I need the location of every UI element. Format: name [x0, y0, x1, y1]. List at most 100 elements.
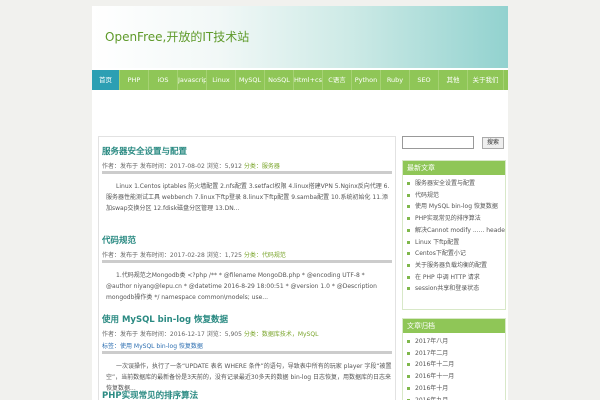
recent-post-link-label: 在 PHP 中调 HTTP 请求 — [415, 273, 480, 281]
post-author: 作者：发布于 发布时间： — [102, 252, 170, 259]
nav-item[interactable]: 其他 — [439, 70, 468, 90]
archive-link[interactable]: 2016年十月 — [407, 383, 505, 395]
widget-title: 文章归档 — [403, 319, 505, 333]
widget-title: 最新文章 — [403, 161, 505, 175]
post-author: 作者：发布于 发布时间： — [102, 163, 170, 170]
post: 使用 MySQL bin-log 恢复数据 作者：发布于 发布时间：2016-1… — [102, 313, 392, 394]
bullet-icon — [407, 287, 410, 291]
bullet-icon — [407, 363, 410, 367]
nav-item[interactable]: Javascript — [178, 70, 207, 90]
bullet-icon — [407, 340, 410, 343]
archive-link-label: 2016年十一月 — [415, 373, 455, 381]
recent-post-link[interactable]: Linux 下ftp配置 — [407, 237, 505, 249]
post-list: 服务器安全设置与配置 作者：发布于 发布时间：2017-08-02 浏览：5,9… — [98, 136, 396, 400]
search-input[interactable] — [402, 136, 474, 149]
post-category[interactable]: 分类：服务器 — [244, 163, 280, 170]
archive-link-label: 2016年十二月 — [415, 361, 455, 369]
bullet-icon — [407, 351, 410, 355]
archive-link-label: 2016年九月 — [415, 397, 448, 400]
archive-link[interactable]: 2016年九月 — [407, 395, 505, 400]
post-tags: 标签：使用 MySQL bin-log 恢复数据 — [102, 342, 392, 354]
recent-post-link-label: 代码规范 — [415, 191, 440, 199]
post-excerpt: Linux 1.Centos iptables 防火墙配置 2.nfs配置 3.… — [106, 183, 390, 212]
recent-post-link-label: Centos下配置小记 — [415, 250, 466, 258]
archive-link[interactable]: 2016年十一月 — [407, 371, 505, 383]
bullet-icon — [407, 252, 410, 256]
archives-widget: 文章归档 2017年八月 2017年二月 2016年十二月 2016年十一月 2016年… — [402, 318, 506, 400]
nav-item[interactable]: MySQL — [236, 70, 265, 90]
post-meta: 作者：发布于 发布时间：2017-02-28 浏览：1,725 分类：代码规范 — [102, 250, 392, 263]
bullet-icon — [407, 205, 410, 209]
archive-link-label: 2017年二月 — [415, 349, 449, 357]
post-meta: 作者：发布于 发布时间：2017-08-02 浏览：5,912 分类：服务器 — [102, 161, 392, 174]
archive-link[interactable]: 2017年二月 — [407, 348, 505, 360]
post-date: 2016-12-17 — [169, 331, 205, 338]
post-views: 浏览：5,912 — [206, 163, 242, 170]
nav-item[interactable]: Html+css — [294, 70, 323, 90]
post-author: 作者：发布于 发布时间： — [102, 331, 170, 338]
post-date: 2017-02-28 — [169, 252, 205, 259]
post-meta: 作者：发布于 发布时间：2016-12-17 浏览：5,905 分类：数据库技术… — [102, 329, 392, 342]
recent-post-link[interactable]: 在 PHP 中调 HTTP 请求 — [407, 272, 505, 284]
post-title[interactable]: 使用 MySQL bin-log 恢复数据 — [102, 313, 392, 325]
archive-link[interactable]: 2017年八月 — [407, 336, 505, 348]
bullet-icon — [407, 217, 410, 221]
bullet-icon — [407, 228, 410, 232]
post-date: 2017-08-02 — [169, 163, 205, 170]
bullet-icon — [407, 263, 410, 267]
recent-post-link-label: 解决Cannot modify ...... headers already s… — [415, 226, 505, 234]
bullet-icon — [407, 182, 410, 185]
nav-item[interactable]: NoSQL — [265, 70, 294, 90]
nav-item[interactable]: C语言 — [323, 70, 352, 90]
recent-post-link[interactable]: PHP实现常见的排序算法 — [407, 213, 505, 225]
recent-post-link-label: PHP实现常见的排序算法 — [415, 215, 481, 223]
recent-post-link[interactable]: 解决Cannot modify ...... headers already s… — [407, 225, 505, 237]
recent-post-link[interactable]: Centos下配置小记 — [407, 248, 505, 260]
nav-item[interactable]: Linux — [207, 70, 236, 90]
nav-item[interactable]: Ruby — [381, 70, 410, 90]
post: 代码规范 作者：发布于 发布时间：2017-02-28 浏览：1,725 分类：… — [102, 234, 392, 303]
recent-post-link-label: Linux 下ftp配置 — [415, 238, 460, 246]
post-title[interactable]: PHP实现常见的排序算法 — [102, 389, 392, 400]
archive-link[interactable]: 2016年十二月 — [407, 359, 505, 371]
recent-post-link[interactable]: 代码规范 — [407, 190, 505, 202]
recent-post-link[interactable]: 使用 MySQL bin-log 恢复数据 — [407, 201, 505, 213]
recent-post-link-label: session共享和登录状态 — [415, 285, 480, 293]
post-title[interactable]: 服务器安全设置与配置 — [102, 145, 392, 157]
bullet-icon — [407, 240, 410, 244]
nav-item[interactable]: 关于我们 — [468, 70, 504, 90]
nav-item[interactable]: PHP — [120, 70, 149, 90]
page: OpenFree,开放的IT技术站 首页 PHP iOS Javascript Linu… — [92, 6, 508, 400]
archives-list: 2017年八月 2017年二月 2016年十二月 2016年十一月 2016年十月 201… — [403, 333, 505, 400]
post-tag-link[interactable]: 标签：使用 MySQL bin-log 恢复数据 — [102, 343, 203, 350]
recent-post-link-label: 服务器安全设置与配置 — [415, 180, 476, 187]
site-title[interactable]: OpenFree,开放的IT技术站 — [105, 28, 249, 45]
post: PHP实现常见的排序算法 — [102, 389, 392, 400]
archive-link-label: 2016年十月 — [415, 384, 449, 392]
nav-item[interactable]: SEO — [410, 70, 439, 90]
bullet-icon — [407, 386, 410, 390]
recent-post-link-label: 使用 MySQL bin-log 恢复数据 — [415, 203, 498, 211]
bullet-icon — [407, 193, 410, 197]
search-button[interactable]: 搜索 — [482, 137, 504, 149]
post: 服务器安全设置与配置 作者：发布于 发布时间：2017-08-02 浏览：5,9… — [102, 145, 392, 214]
post-excerpt: 1.代码规范之Mongodb类 <?php /** * @filename Mo… — [106, 272, 377, 301]
post-category[interactable]: 分类：数据库技术，MySQL — [244, 331, 319, 338]
recent-post-link-label: 关于服务器负载均衡的配置 — [415, 261, 488, 269]
recent-posts-widget: 最新文章 服务器安全设置与配置 代码规范使用 MySQL bin-log 恢复数据… — [402, 160, 506, 310]
recent-post-link[interactable]: session共享和登录状态 — [407, 283, 505, 295]
nav-item[interactable]: iOS — [149, 70, 178, 90]
main-navigation: 首页 PHP iOS Javascript Linux MySQL NoSQL Html+cs… — [92, 70, 508, 90]
site-banner: OpenFree,开放的IT技术站 — [92, 6, 508, 68]
bullet-icon — [407, 375, 410, 379]
recent-post-link[interactable]: 关于服务器负载均衡的配置 — [407, 260, 505, 272]
bullet-icon — [407, 275, 410, 279]
post-category[interactable]: 分类：代码规范 — [244, 252, 286, 259]
post-views: 浏览：5,905 — [206, 331, 242, 338]
nav-item[interactable]: 首页 — [92, 70, 120, 90]
nav-item[interactable]: Python — [352, 70, 381, 90]
archive-link-label: 2017年八月 — [415, 338, 449, 345]
post-title[interactable]: 代码规范 — [102, 234, 392, 246]
post-views: 浏览：1,725 — [206, 252, 242, 259]
recent-post-link[interactable]: 服务器安全设置与配置 — [407, 178, 505, 190]
